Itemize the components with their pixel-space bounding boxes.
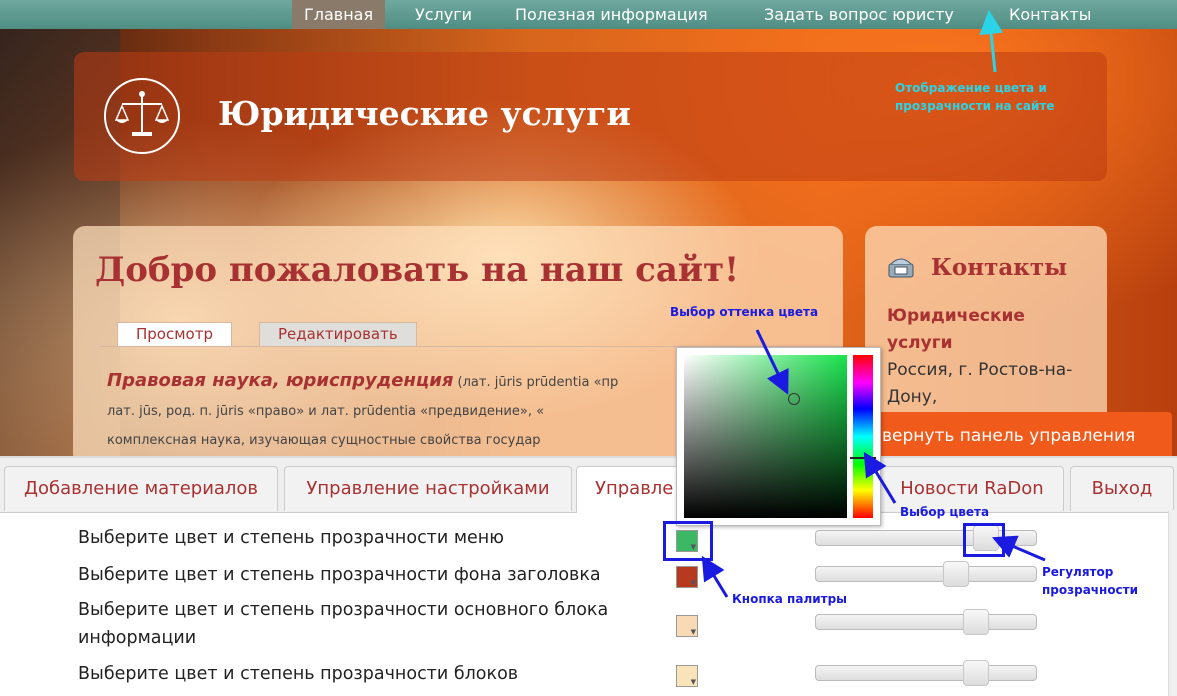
annotation-hue: Выбор цвета [900,505,990,519]
annotation-shade: Выбор оттенка цвета [670,305,819,319]
annotation-slider: Регулятор прозрачности [1042,565,1139,597]
annotation-palette-button: Кнопка палитры [732,592,848,606]
annotation-site-display: Отображение цвета и прозрачности на сайт… [895,81,1055,113]
